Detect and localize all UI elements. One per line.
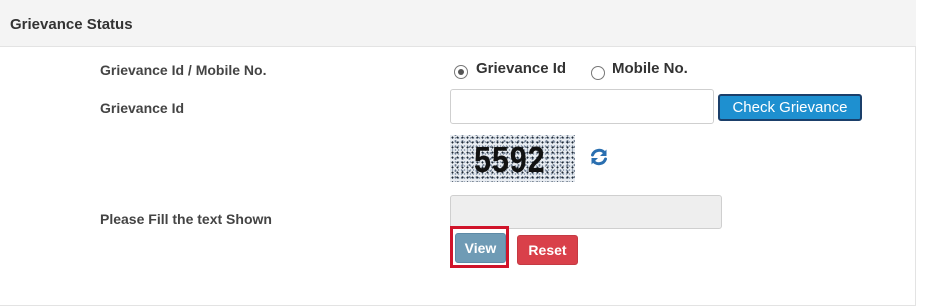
panel-title: Grievance Status — [10, 16, 133, 33]
captcha-prompt-label: Please Fill the text Shown — [100, 211, 272, 227]
grievance-status-panel: Grievance Status Grievance Id / Mobile N… — [0, 0, 916, 306]
grievance-id-radio-label[interactable]: Grievance Id — [476, 60, 566, 77]
panel-header: Grievance Status — [0, 0, 916, 47]
mobile-no-radio-label[interactable]: Mobile No. — [612, 60, 688, 77]
grievance-id-input[interactable] — [450, 89, 714, 124]
mobile-no-radio[interactable] — [591, 66, 605, 80]
captcha-image: 5592 — [450, 135, 575, 182]
check-grievance-button[interactable]: Check Grievance — [718, 94, 862, 121]
captcha-input[interactable] — [450, 195, 722, 229]
grievance-id-label: Grievance Id — [100, 100, 185, 116]
search-by-label: Grievance Id / Mobile No. — [100, 62, 267, 78]
reset-button[interactable]: Reset — [517, 235, 578, 265]
captcha-text: 5592 — [474, 139, 546, 180]
grievance-id-radio[interactable] — [454, 65, 468, 79]
refresh-icon[interactable] — [589, 147, 609, 167]
view-button[interactable]: View — [455, 233, 506, 263]
